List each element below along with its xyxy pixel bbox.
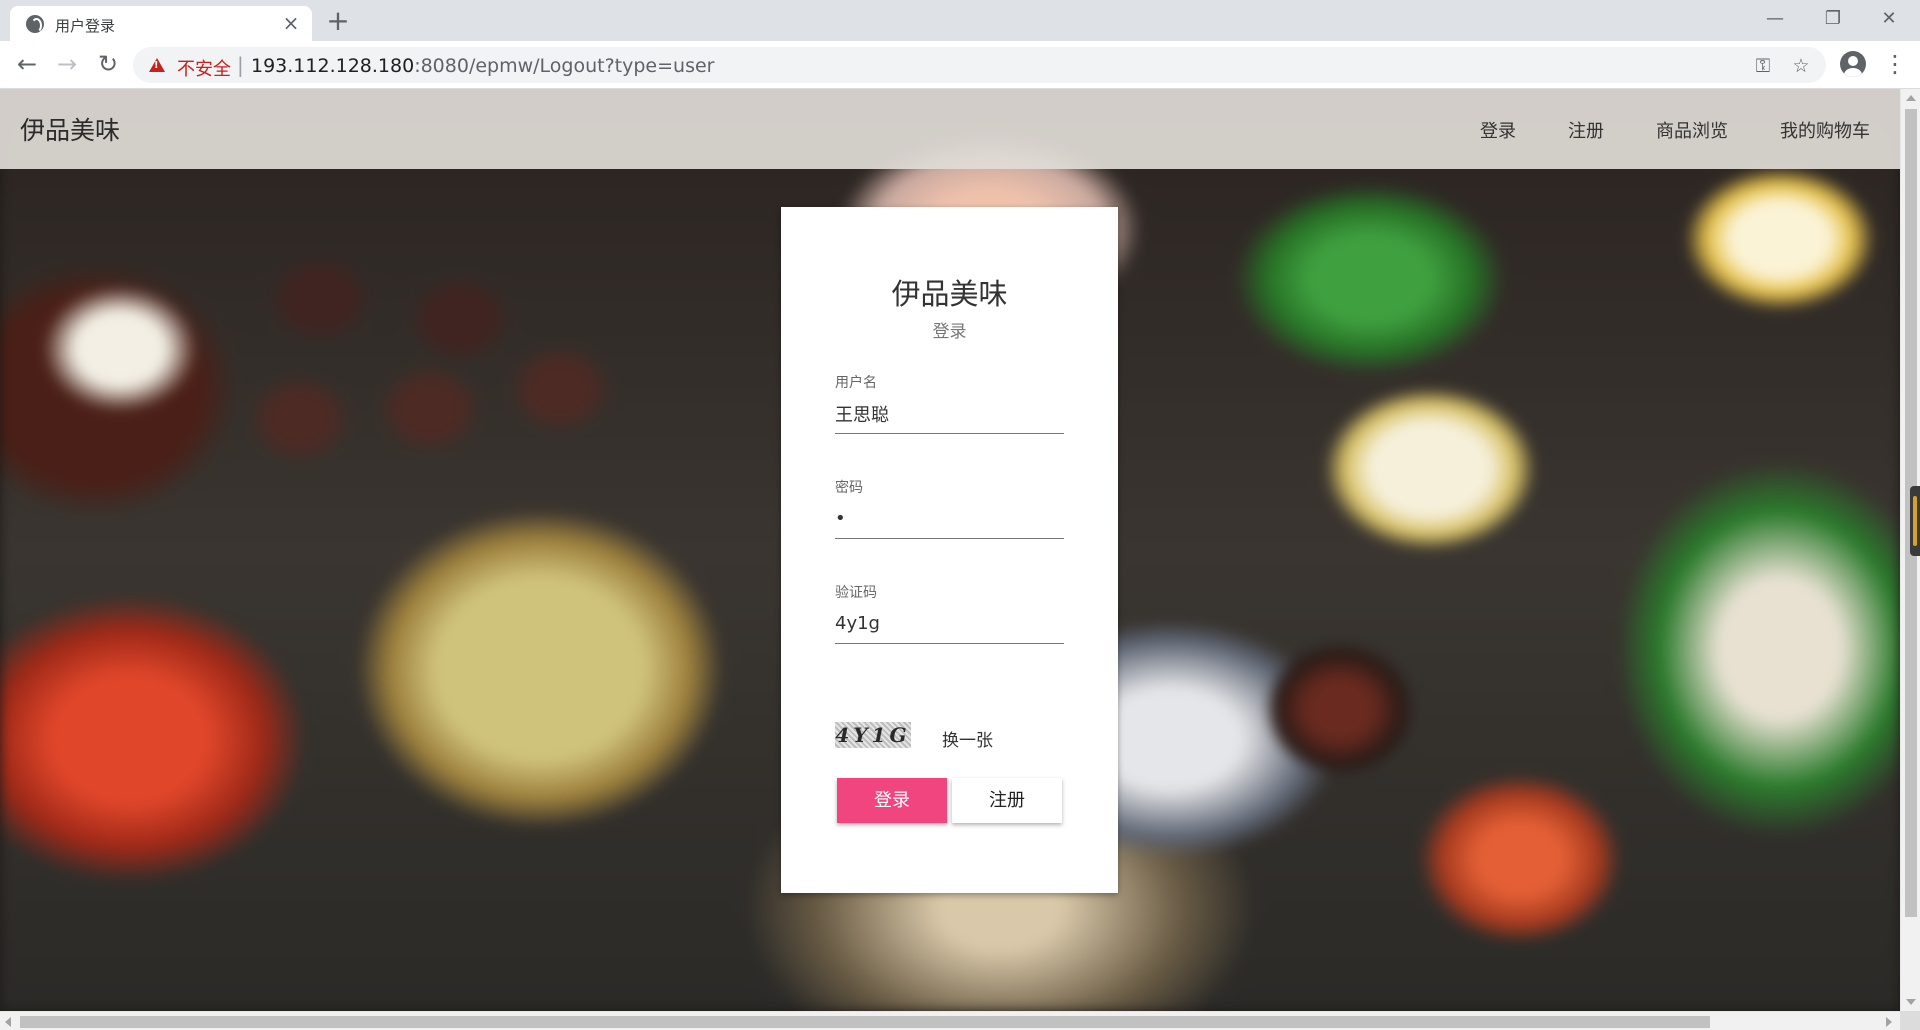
password-field: 密码 <box>835 477 1064 539</box>
register-button[interactable]: 注册 <box>952 778 1062 823</box>
new-tab-button[interactable]: + <box>324 7 352 36</box>
globe-icon <box>26 15 44 33</box>
captcha-image[interactable]: 4Y1G <box>835 722 911 748</box>
password-input[interactable] <box>835 503 1064 539</box>
login-card: 伊品美味 登录 用户名 密码 验证码 4Y1G 换一张 登录 注册 <box>781 207 1118 893</box>
browser-tab[interactable]: 用户登录 × <box>10 6 312 41</box>
password-label: 密码 <box>835 480 863 496</box>
site-brand[interactable]: 伊品美味 <box>20 111 120 147</box>
browser-tab-strip: 用户登录 × + — ❐ ✕ <box>0 0 1920 41</box>
close-icon[interactable]: × <box>280 12 302 34</box>
username-input[interactable] <box>835 398 1064 434</box>
horizontal-scroll-thumb[interactable] <box>20 1016 1710 1028</box>
nav-login[interactable]: 登录 <box>1480 117 1516 143</box>
scroll-right-icon[interactable] <box>1886 1017 1892 1027</box>
site-nav: 登录 注册 商品浏览 我的购物车 <box>1428 117 1870 143</box>
window-close-button[interactable]: ✕ <box>1866 4 1912 34</box>
horizontal-scrollbar[interactable] <box>0 1011 1900 1030</box>
captcha-field: 验证码 <box>835 582 1064 644</box>
scroll-up-icon[interactable] <box>1906 95 1916 101</box>
side-handle[interactable] <box>1910 486 1920 556</box>
minimize-button[interactable]: — <box>1752 4 1798 34</box>
back-button[interactable]: ← <box>11 49 43 81</box>
nav-cart[interactable]: 我的购物车 <box>1780 117 1870 143</box>
login-button[interactable]: 登录 <box>837 778 947 823</box>
captcha-label: 验证码 <box>835 585 877 601</box>
address-bar[interactable]: 不安全 | 193.112.128.180:8080/epmw/Logout?t… <box>133 47 1826 83</box>
profile-icon[interactable] <box>1840 51 1866 77</box>
url-text[interactable]: 193.112.128.180:8080/epmw/Logout?type=us… <box>251 55 715 77</box>
security-status[interactable]: 不安全 <box>177 55 231 81</box>
site-header: 伊品美味 登录 注册 商品浏览 我的购物车 <box>0 89 1900 169</box>
star-icon[interactable]: ☆ <box>1789 55 1813 77</box>
browser-toolbar: ← → ↻ 不安全 | 193.112.128.180:8080/epmw/Lo… <box>0 41 1920 89</box>
page-viewport: 伊品美味 登录 注册 商品浏览 我的购物车 伊品美味 登录 用户名 密码 验证码… <box>0 89 1900 1011</box>
card-subtitle: 登录 <box>932 322 967 342</box>
username-field: 用户名 <box>835 372 1064 434</box>
url-separator: | <box>237 53 244 77</box>
captcha-input[interactable] <box>835 608 1064 644</box>
warning-icon <box>149 58 165 72</box>
card-title: 伊品美味 <box>891 277 1008 311</box>
forward-button[interactable]: → <box>51 49 83 81</box>
scrollbar-corner <box>1900 1011 1920 1030</box>
more-menu-icon[interactable]: ⋮ <box>1883 49 1907 81</box>
reload-button[interactable]: ↻ <box>92 49 124 81</box>
scroll-down-icon[interactable] <box>1906 999 1916 1005</box>
scroll-left-icon[interactable] <box>5 1017 11 1027</box>
restore-button[interactable]: ❐ <box>1810 4 1856 34</box>
refresh-captcha-link[interactable]: 换一张 <box>942 726 993 751</box>
nav-products[interactable]: 商品浏览 <box>1656 117 1728 143</box>
nav-register[interactable]: 注册 <box>1568 117 1604 143</box>
tab-title: 用户登录 <box>55 17 116 35</box>
username-label: 用户名 <box>835 375 877 391</box>
key-icon[interactable]: ⚿ <box>1751 55 1775 77</box>
